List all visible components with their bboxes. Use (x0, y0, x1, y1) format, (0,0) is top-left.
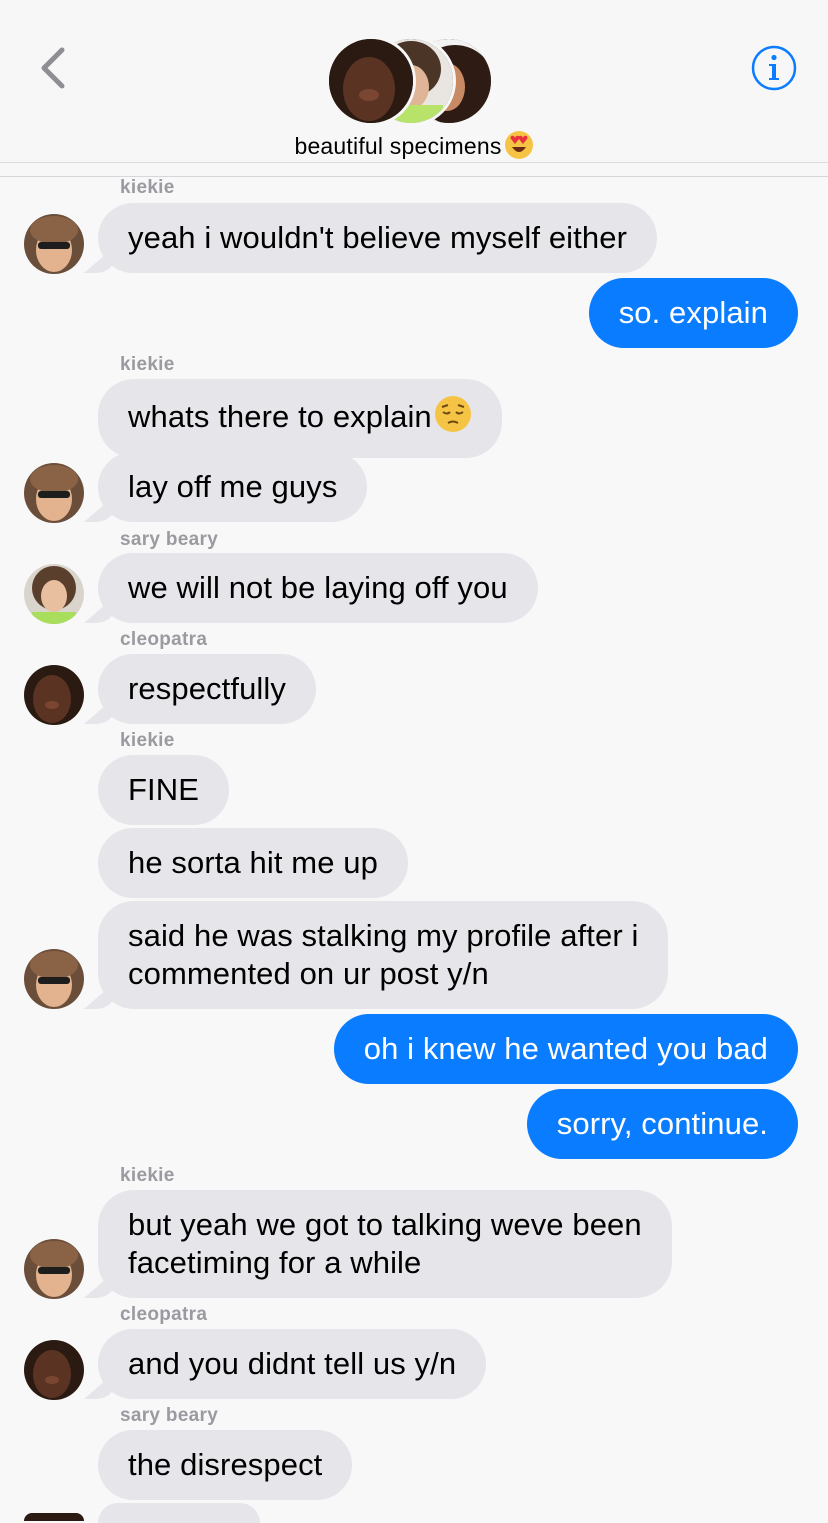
message-text-line: but yeah we got to talking weve been (128, 1207, 642, 1242)
message-bubble[interactable]: he sorta hit me up (98, 828, 408, 898)
avatar-partial (24, 1513, 84, 1521)
sender-name: kiekie (120, 1165, 175, 1186)
group-title-text: beautiful specimens (294, 133, 502, 159)
chat-header: beautiful specimens (0, 0, 828, 177)
heart-eyes-emoji (504, 130, 534, 166)
cleopatra-avatar[interactable] (24, 665, 84, 725)
message-text: sorry, continue. (556, 1106, 768, 1141)
message-bubble[interactable]: yeah i wouldn't believe myself either (98, 203, 657, 273)
info-icon (751, 45, 797, 91)
group-title[interactable]: beautiful specimens (0, 130, 828, 166)
sender-name: kiekie (120, 730, 175, 751)
message-bubble[interactable]: but yeah we got to talking weve been fac… (98, 1190, 672, 1298)
group-avatar-stack[interactable] (326, 34, 494, 126)
sender-name: kiekie (120, 354, 175, 375)
message-text: lay off me guys (128, 469, 338, 504)
sender-name: cleopatra (120, 1304, 208, 1325)
sender-name: sary beary (120, 529, 219, 550)
back-button[interactable] (34, 44, 74, 92)
message-text: so. explain (618, 295, 768, 330)
message-text: oh i knew he wanted you bad (363, 1031, 768, 1066)
message-text-line: commented on ur post y/n (128, 956, 489, 991)
message-bubble-outgoing[interactable]: sorry, continue. (526, 1089, 798, 1159)
message-bubble[interactable]: and you didnt tell us y/n (98, 1329, 487, 1399)
message-text: respectfully (128, 671, 286, 706)
kiekie-avatar[interactable] (24, 214, 84, 274)
message-list[interactable]: kiekie yeah i wouldn't believe myself ei… (0, 177, 828, 1523)
header-divider (0, 162, 828, 163)
message-text: yeah i wouldn't believe myself either (128, 220, 627, 255)
message-text: and you didnt tell us y/n (128, 1346, 457, 1381)
sender-name: kiekie (120, 177, 175, 198)
info-button[interactable] (750, 44, 798, 92)
message-bubble[interactable]: we will not be laying off you (98, 553, 538, 623)
cleopatra-avatar[interactable] (24, 1340, 84, 1400)
message-bubble[interactable]: respectfully (98, 654, 316, 724)
message-bubble[interactable]: whats there to explain (98, 379, 502, 458)
message-bubble-partial (98, 1503, 260, 1523)
message-text: we will not be laying off you (128, 570, 508, 605)
pensive-face-emoji (434, 395, 472, 442)
kiekie-avatar[interactable] (24, 463, 84, 523)
message-text-line: facetiming for a while (128, 1245, 422, 1280)
message-text: he sorta hit me up (128, 845, 378, 880)
message-text: the disrespect (128, 1447, 323, 1482)
message-bubble-outgoing[interactable]: so. explain (588, 278, 798, 348)
message-bubble-outgoing[interactable]: oh i knew he wanted you bad (333, 1014, 798, 1084)
message-text-line: said he was stalking my profile after i (128, 918, 639, 953)
message-bubble[interactable]: lay off me guys (98, 452, 368, 522)
chevron-left-icon (41, 47, 65, 89)
group-member-avatar (326, 36, 416, 126)
kiekie-avatar[interactable] (24, 949, 84, 1009)
sender-name: sary beary (120, 1405, 219, 1426)
message-text: whats there to explain (128, 399, 432, 434)
kiekie-avatar[interactable] (24, 1239, 84, 1299)
message-text: FINE (128, 772, 200, 807)
message-bubble[interactable]: the disrespect (98, 1430, 353, 1500)
sary-beary-avatar[interactable] (24, 564, 84, 624)
message-bubble[interactable]: FINE (98, 755, 230, 825)
message-bubble[interactable]: said he was stalking my profile after i … (98, 901, 669, 1009)
sender-name: cleopatra (120, 629, 208, 650)
